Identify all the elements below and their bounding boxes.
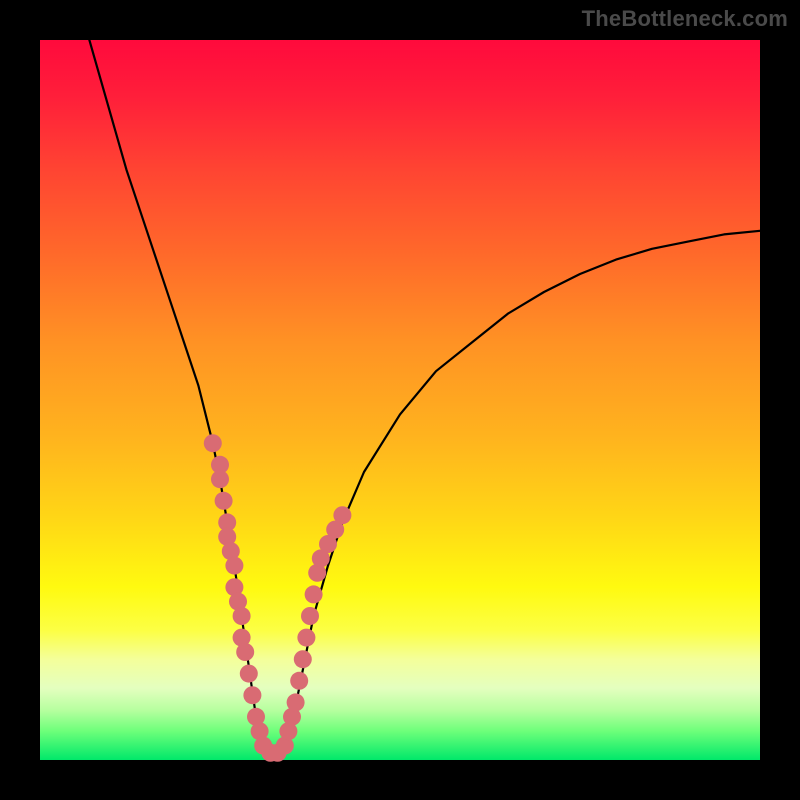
- highlight-dot: [204, 434, 222, 452]
- highlight-dot: [294, 650, 312, 668]
- highlight-dot: [305, 585, 323, 603]
- highlight-dot: [287, 693, 305, 711]
- plot-area: [40, 40, 760, 760]
- bottleneck-curve: [83, 18, 760, 756]
- watermark-text: TheBottleneck.com: [582, 6, 788, 32]
- chart-svg: [40, 40, 760, 760]
- highlight-dot: [243, 686, 261, 704]
- highlight-dots: [204, 434, 352, 762]
- chart-frame: TheBottleneck.com: [0, 0, 800, 800]
- highlight-dot: [333, 506, 351, 524]
- highlight-dot: [215, 492, 233, 510]
- highlight-dot: [240, 665, 258, 683]
- highlight-dot: [301, 607, 319, 625]
- highlight-dot: [233, 607, 251, 625]
- highlight-dot: [297, 629, 315, 647]
- highlight-dot: [211, 470, 229, 488]
- highlight-dot: [225, 557, 243, 575]
- highlight-dot: [290, 672, 308, 690]
- highlight-dot: [236, 643, 254, 661]
